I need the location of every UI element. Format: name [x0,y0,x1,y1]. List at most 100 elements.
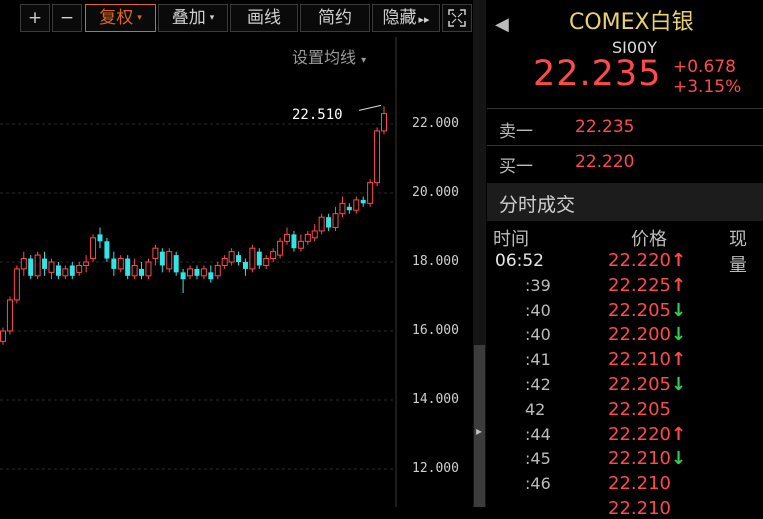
back-arrow-icon[interactable]: ◀ [495,14,509,35]
candle-body [291,234,297,249]
double-arrow-icon: ▸▸ [418,13,430,26]
chart-toolbar: + − 复权 ▾ 叠加 ▾ 画线 简约 隐藏 ▸▸ [0,0,473,37]
trade-time: :40 [525,325,551,345]
candle [270,248,277,262]
candle-body [228,251,235,263]
trade-price: 22.210↑ [608,349,687,371]
ask-value: 22.235 [575,117,635,137]
candle [111,251,117,276]
candle-body [20,258,27,270]
arrow-up-icon: ↑ [670,423,687,445]
candle [194,265,200,280]
arrow-down-icon: ↓ [670,324,687,346]
bid-label: 买一 [499,157,533,177]
candle-body [311,230,318,239]
candle [20,251,27,276]
zoom-out-button[interactable]: − [52,4,82,32]
candle-body [34,254,41,277]
zoom-in-button[interactable]: + [20,4,50,32]
candle [139,262,145,280]
divider [487,145,763,146]
candle-body [152,247,159,260]
candle [208,265,214,283]
candle-body [367,182,374,204]
trade-price: 22.220↑ [608,250,687,271]
hide-button[interactable]: 隐藏 ▸▸ [372,4,440,32]
candle [326,213,332,231]
candle [228,248,235,266]
candle [187,265,194,280]
arrow-up-icon: ↑ [670,274,687,296]
candle-body [97,234,103,242]
candle-body [242,262,248,269]
arrow-down-icon: ↓ [670,448,687,470]
candle-body [194,268,200,276]
candle [28,255,34,280]
price-change-pct: +3.15% [673,77,742,97]
trade-time: :45 [525,449,551,469]
overlay-dropdown[interactable]: 叠加 ▾ [158,4,228,32]
candle-body [42,258,48,269]
candle [145,258,152,280]
candle-body [332,213,339,228]
candle-body [214,264,221,277]
trade-price: 22.205↓ [608,299,687,321]
candle [249,244,256,273]
trade-ticks-header: 分时成交 [487,183,763,221]
candle [339,196,346,218]
candle [311,224,318,242]
candle [117,255,124,273]
instrument-title: COMEX白银 [569,10,694,35]
y-tick-label: 16.000 [412,323,459,338]
candle-body [125,258,131,276]
candle [76,262,83,276]
candle-body [326,217,332,228]
kline-chart[interactable] [0,37,473,507]
candle [346,203,352,214]
price-change: +0.678 [673,57,736,77]
candle-body [62,268,69,277]
ask-label: 卖一 [499,122,533,142]
trade-time: 42 [525,399,546,419]
candle [159,248,165,273]
candle [221,255,228,269]
candle-body [166,251,173,270]
candle-body [117,258,124,270]
arrow-up-icon: ↑ [670,250,687,271]
candle [214,262,221,280]
candle [173,251,179,276]
fullscreen-button[interactable] [442,4,472,32]
candle [6,296,13,335]
candle [360,196,366,207]
candle [90,234,97,262]
draw-line-button[interactable]: 画线 [230,4,298,32]
candle [236,251,242,266]
simple-mode-button[interactable]: 简约 [300,4,370,32]
trade-time: :41 [525,350,551,370]
candle [297,234,304,252]
y-tick-label: 12.000 [412,461,459,476]
y-tick-label: 20.000 [412,185,459,200]
candle-body [374,130,381,184]
candle [381,106,387,135]
high-price-marker: 22.510 [292,107,343,123]
set-ma-dropdown[interactable]: 设置均线 ▾ [292,44,366,68]
y-tick-label: 14.000 [412,392,459,407]
collapse-handle-icon[interactable]: ▸ [476,424,482,438]
col-volume: 现量 [729,229,747,276]
trade-time: :39 [525,275,551,295]
candle-body [90,237,97,260]
candle-body [297,240,304,249]
candle-body [28,258,34,276]
candle [97,227,103,249]
trade-price: 22.205↓ [608,374,687,395]
candle [13,265,20,304]
candle-body [284,233,291,242]
candle [200,265,207,280]
fuquan-dropdown[interactable]: 复权 ▾ [85,4,156,32]
candle [263,255,270,269]
candle [125,255,131,280]
trade-price: 22.210↓ [608,448,687,470]
candle-body [55,265,61,276]
candle-body [249,247,256,270]
